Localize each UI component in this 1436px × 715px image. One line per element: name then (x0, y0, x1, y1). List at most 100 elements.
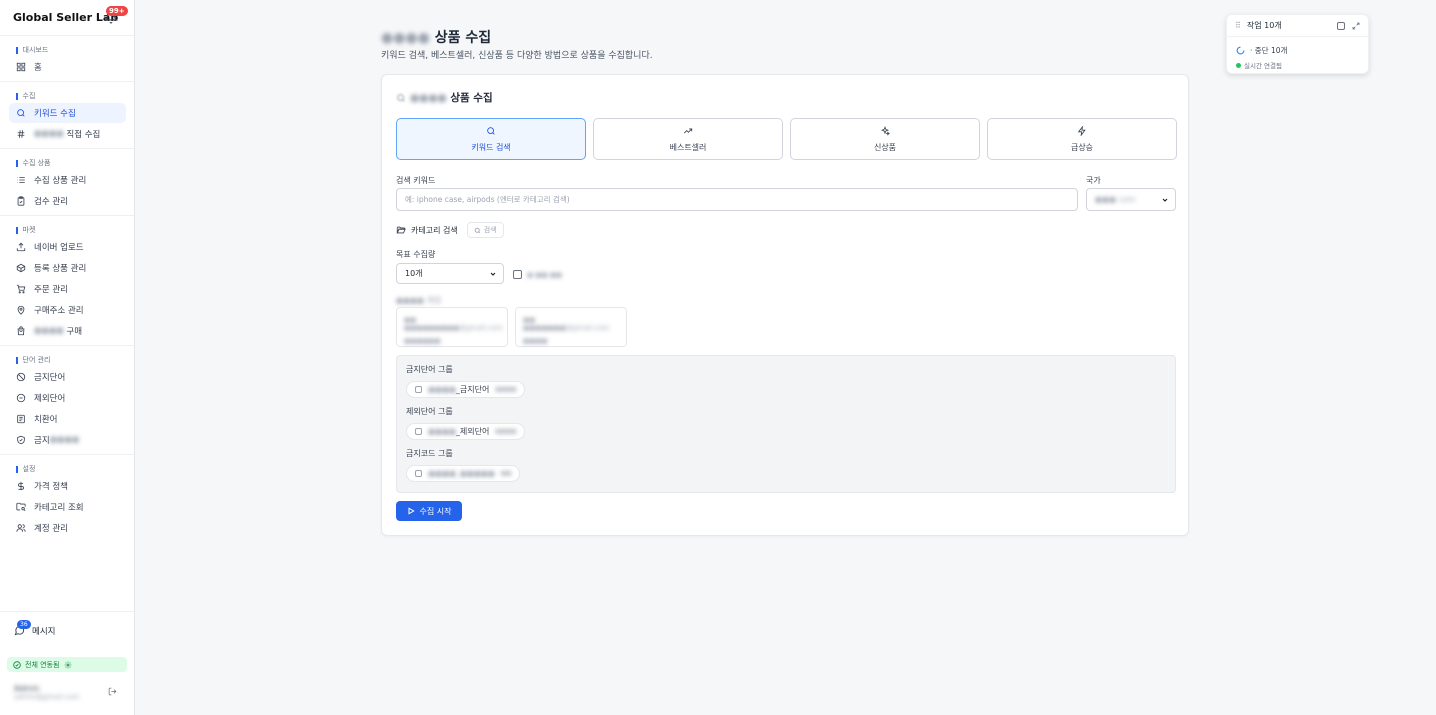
sidebar-item[interactable]: 가격 정책 (9, 476, 126, 496)
sidebar-item[interactable]: 카테고리 조회 (9, 497, 126, 517)
expand-icon[interactable] (1352, 22, 1360, 30)
sidebar-divider (0, 148, 134, 149)
mode-tab[interactable]: 베스트셀러 (593, 118, 783, 160)
page-title: ●●●● 상품 수집 (381, 27, 491, 47)
sidebar-nav: 대시보드 홈 수집 키워드 수집 ●●●● 직접 수집 수집 상품 수집 상품 관리 검수 관… (0, 44, 134, 538)
group-chip-count: ●●●● (495, 428, 517, 435)
sidebar-item[interactable]: 홈 (9, 57, 126, 77)
cart-icon (16, 284, 26, 294)
sidebar-item-label: 금지 (34, 436, 50, 446)
group-chip[interactable]: ●●●●_금지단어 ●●●● (406, 381, 526, 398)
card-title: ●●●● 상품 수집 (396, 90, 493, 105)
sidebar-item[interactable]: 제외단어 (9, 388, 126, 408)
sidebar-item[interactable]: 치환어 (9, 409, 126, 429)
group-chip-prefix: ●●●● (428, 427, 456, 436)
mode-tab[interactable]: 급상승 (987, 118, 1177, 160)
sidebar-item-label: 직접 수집 (66, 130, 101, 140)
sidebar-divider (0, 215, 134, 216)
logout-icon[interactable] (108, 687, 117, 696)
option-checkbox[interactable] (513, 270, 522, 279)
map-pin-icon (17, 305, 25, 315)
group-chip-label: _금지단어 (455, 385, 490, 394)
sidebar-item-label: 카테고리 조회 (34, 503, 84, 513)
sync-status-badge[interactable]: 전체 연동됨 (7, 657, 127, 672)
sidebar-item[interactable]: ●●●● 직접 수집 (9, 124, 126, 144)
task-row: · 중단 10개 (1236, 45, 1287, 56)
sidebar-section-label: 수집 상품 (0, 157, 134, 169)
group-chip-label: _제외단어 (455, 427, 490, 436)
mode-tabs: 키워드 검색 베스트셀러 신상품 급상승 (396, 118, 1177, 160)
sidebar: Global Seller Lab 99+ 대시보드 홈 수집 키워드 수집 ●●●● … (0, 0, 135, 715)
check-circle-icon (13, 660, 21, 669)
users-icon (16, 524, 26, 532)
dollar-icon (18, 481, 24, 491)
play-icon (408, 507, 415, 515)
sidebar-item[interactable]: 검수 관리 (9, 191, 126, 211)
notification-badge: 99+ (106, 6, 128, 16)
target-select[interactable]: 10개 (396, 263, 504, 284)
group-chip-count: ●●●● (495, 386, 517, 393)
card-title-text: 상품 수집 (450, 92, 493, 104)
sidebar-item[interactable]: 구매주소 관리 (9, 300, 126, 320)
group-chip-count: ●● (500, 470, 512, 477)
drag-handle-icon[interactable]: ⠿ (1235, 21, 1241, 30)
option-checkbox-row[interactable]: ● ●● ●● (513, 270, 562, 279)
sidebar-item-label: 가격 정책 (34, 482, 68, 492)
sidebar-item[interactable]: 키워드 수집 (9, 103, 126, 123)
sidebar-section-label: 단어 관리 (0, 354, 134, 366)
category-search-button-label: 검색 (483, 226, 497, 234)
sidebar-item[interactable]: 계정 관리 (9, 518, 126, 538)
group-checkbox[interactable] (415, 386, 422, 393)
sidebar-item[interactable]: 수집 상품 관리 (9, 170, 126, 190)
sidebar-divider (0, 81, 134, 82)
connection-status-label: 실시간 연결됨 (1244, 62, 1282, 70)
target-label: 목표 수집량 (396, 250, 436, 259)
sidebar-item[interactable]: 금지단어 (9, 367, 126, 387)
start-collect-button[interactable]: 수집 시작 (396, 501, 462, 521)
account-card[interactable]: ●● ●●●●●●●@gmail.com ●●●● (515, 307, 627, 347)
start-collect-label: 수집 시작 (419, 506, 452, 516)
mode-tab-label: 신상품 (873, 142, 897, 152)
message-label: 메시지 (32, 626, 56, 637)
category-search-button[interactable]: 검색 (466, 222, 504, 238)
account-email: ●● ●●●●●●●●●@gmail.com (404, 316, 503, 332)
sidebar-item-label: 홈 (34, 63, 42, 73)
group-chip-prefix: ●●●● (428, 385, 456, 394)
country-value: ●●● com (1095, 195, 1136, 204)
folder-search-icon (16, 502, 26, 512)
shield-icon (17, 435, 25, 445)
sidebar-item[interactable]: ●●●● 구매 (9, 321, 126, 341)
message-button[interactable]: 36 메시지 (0, 611, 134, 649)
group-checkbox[interactable] (415, 428, 422, 435)
account-card[interactable]: ●● ●●●●●●●●●@gmail.com ●●●●●● (396, 307, 508, 347)
sidebar-item-label: 계정 관리 (34, 524, 68, 534)
gear-icon (65, 661, 72, 668)
country-select[interactable]: ●●● com (1086, 188, 1176, 211)
sidebar-item[interactable]: 주문 관리 (9, 279, 126, 299)
mode-tab[interactable]: 키워드 검색 (396, 118, 586, 160)
sidebar-section-label: 마켓 (0, 224, 134, 236)
minimize-icon[interactable] (1337, 22, 1345, 30)
group-label: 제외단어 그룹 (406, 407, 453, 416)
sidebar-item[interactable]: 등록 상품 관리 (9, 258, 126, 278)
spinner-icon (1236, 46, 1245, 55)
sidebar-item-prefix: ●●●● (34, 326, 64, 336)
sidebar-divider (0, 454, 134, 455)
account-meta: ●●●●●● (404, 337, 441, 345)
sidebar-item[interactable]: 금지 ●●●● (9, 430, 126, 450)
connection-status: 실시간 연결됨 (1236, 60, 1282, 70)
sidebar-item-label: 구매주소 관리 (34, 306, 84, 316)
user-email: admin@gmail.com (14, 693, 80, 701)
group-checkbox[interactable] (415, 470, 422, 477)
task-row-label: · 중단 10개 (1250, 46, 1288, 55)
sidebar-item[interactable]: 네이버 업로드 (9, 237, 126, 257)
mode-tab-label: 키워드 검색 (471, 142, 511, 152)
group-label: 금지단어 그룹 (406, 365, 453, 374)
sparkles-icon (880, 125, 890, 136)
upload-icon (16, 242, 26, 252)
account-meta: ●●●● (523, 337, 548, 345)
group-chip[interactable]: ●●●●_제외단어 ●●●● (406, 423, 526, 440)
group-chip[interactable]: ●●●●_●●●●● ●● (406, 465, 521, 482)
mode-tab[interactable]: 신상품 (790, 118, 980, 160)
keyword-input[interactable]: 예: iphone case, airpods (엔터로 카테고리 검색) (396, 188, 1078, 211)
